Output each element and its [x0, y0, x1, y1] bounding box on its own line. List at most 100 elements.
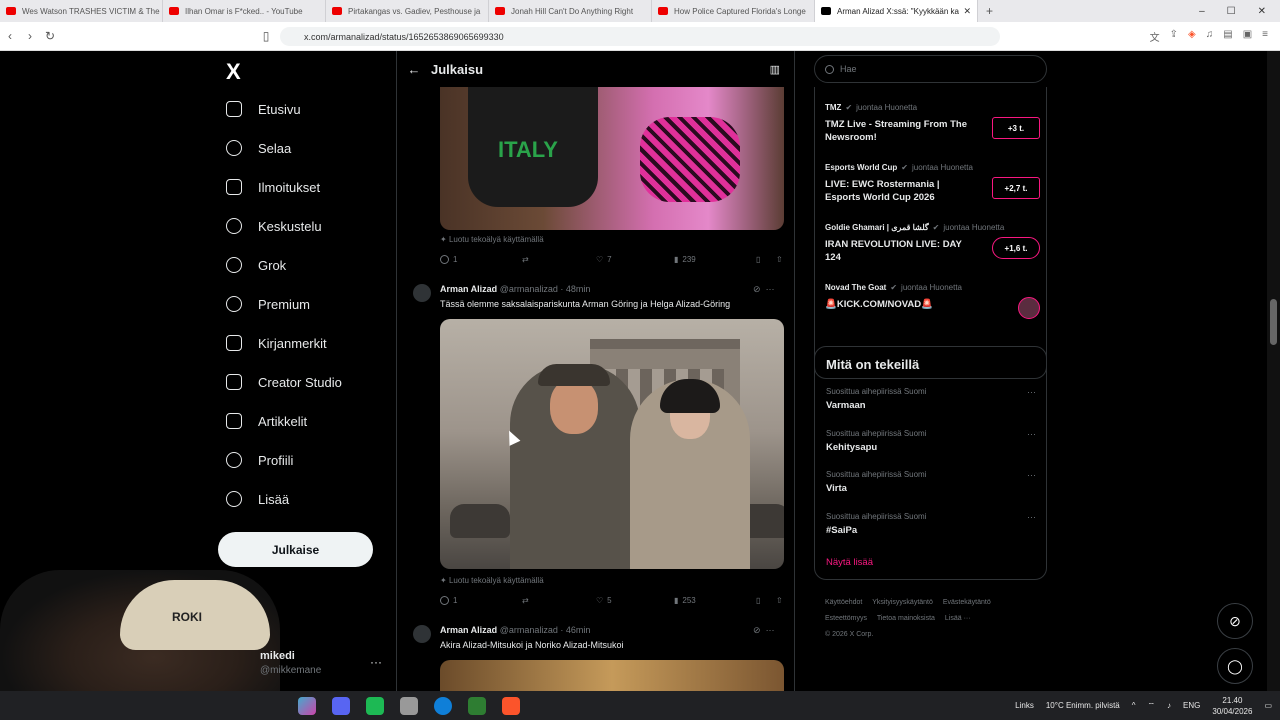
- search-box[interactable]: Hae: [814, 55, 1047, 83]
- views-button[interactable]: ▮ 253: [674, 596, 756, 605]
- language-indicator[interactable]: ENG: [1183, 701, 1200, 710]
- browser-tab[interactable]: How Police Captured Florida's Longe: [652, 0, 815, 22]
- repost-button[interactable]: ⇄: [522, 255, 596, 264]
- nav-item-articles[interactable]: Artikkelit: [226, 413, 307, 429]
- grok-icon[interactable]: ⊘: [753, 625, 761, 635]
- brave-icon[interactable]: [502, 696, 520, 715]
- repost-button[interactable]: ⇄: [522, 596, 596, 605]
- account-switcher[interactable]: mikedi @mikkemane: [260, 650, 321, 676]
- like-button[interactable]: ♡ 7: [596, 255, 674, 264]
- nav-item-chat[interactable]: Keskustelu: [226, 218, 322, 234]
- grok-floating-button[interactable]: ⊘: [1217, 603, 1253, 639]
- music-icon[interactable]: ♫: [1206, 29, 1214, 44]
- browser-tab[interactable]: Wes Watson TRASHES VICTIM & The: [0, 0, 163, 22]
- back-arrow-icon[interactable]: ←: [397, 62, 431, 77]
- x-logo-icon[interactable]: X: [226, 59, 241, 85]
- volume-icon[interactable]: ♪: [1167, 701, 1171, 710]
- live-item[interactable]: Goldie Ghamari | گلشا قمری ✔ juontaa Huo…: [825, 223, 1040, 264]
- minimize-icon[interactable]: –: [1199, 6, 1205, 17]
- like-button[interactable]: ♡ 5: [596, 596, 674, 605]
- bookmark-page-icon[interactable]: ▯: [256, 29, 276, 43]
- notifications-icon[interactable]: ▭: [1264, 701, 1272, 710]
- live-item[interactable]: TMZ ✔ juontaa Huonetta TMZ Live - Stream…: [825, 103, 1040, 144]
- more-icon[interactable]: ···: [766, 625, 775, 635]
- maximize-icon[interactable]: ☐: [1227, 6, 1236, 17]
- verified-icon: ✔: [901, 163, 908, 172]
- scrollbar-thumb[interactable]: [1270, 299, 1277, 345]
- app-icon[interactable]: [400, 696, 418, 715]
- bookmark-button[interactable]: ▯: [756, 255, 776, 264]
- nav-item-profile[interactable]: Profiili: [226, 452, 293, 468]
- trend-item[interactable]: Suosittua aihepiirissä Suomi Virta ···: [826, 470, 1036, 494]
- wallet-icon[interactable]: ▣: [1243, 29, 1252, 44]
- post-header: ← Julkaisu ▥: [397, 51, 794, 87]
- share-icon[interactable]: ⇪: [1170, 29, 1178, 44]
- views-button[interactable]: ▮ 239: [674, 255, 756, 264]
- trend-item[interactable]: Suosittua aihepiirissä Suomi #SaiPa ···: [826, 512, 1036, 536]
- live-item[interactable]: Esports World Cup ✔ juontaa Huonetta LIV…: [825, 163, 1040, 204]
- clock[interactable]: 21.40 30/04/2026: [1212, 695, 1252, 717]
- app-icon[interactable]: [366, 696, 384, 715]
- nav-item-premium[interactable]: Premium: [226, 296, 310, 312]
- nav-item-more[interactable]: Lisää: [226, 491, 289, 507]
- forward-icon[interactable]: ›: [20, 29, 40, 43]
- nav-item-home[interactable]: Etusivu: [226, 101, 301, 117]
- bookmark-button[interactable]: ▯: [756, 596, 776, 605]
- network-icon[interactable]: ⌔: [1148, 701, 1156, 711]
- messages-floating-button[interactable]: ◯: [1217, 648, 1253, 684]
- menu-icon[interactable]: ≡: [1262, 29, 1268, 44]
- browser-tab[interactable]: Jonah Hill Can't Do Anything Right: [489, 0, 652, 22]
- brave-shield-icon[interactable]: ◈: [1188, 29, 1196, 44]
- close-tab-icon[interactable]: ✕: [959, 6, 971, 17]
- more-icon[interactable]: ···: [1027, 387, 1036, 397]
- sidebar-icon[interactable]: ▤: [1223, 29, 1232, 44]
- more-icon[interactable]: ···: [1027, 512, 1036, 522]
- right-sidebar: Hae TMZ ✔ juontaa Huonetta TMZ Live - St…: [795, 51, 1065, 691]
- nav-item-explore[interactable]: Selaa: [226, 140, 291, 156]
- image-top: [640, 117, 740, 202]
- post-button[interactable]: Julkaise: [218, 532, 373, 567]
- trend-item[interactable]: Suosittua aihepiirissä Suomi Kehitysapu …: [826, 429, 1036, 453]
- more-icon[interactable]: ···: [766, 284, 775, 294]
- browser-tab[interactable]: Pirtakangas vs. Gadiev, Pesthouse ja: [326, 0, 489, 22]
- tray-chevron-icon[interactable]: ^: [1132, 701, 1136, 710]
- tweet-image[interactable]: [440, 660, 784, 691]
- links-toolbar[interactable]: Links: [1015, 701, 1034, 710]
- reader-mode-icon[interactable]: ▥: [770, 63, 780, 76]
- discord-icon[interactable]: [332, 696, 350, 715]
- nav-item-bookmarks[interactable]: Kirjanmerkit: [226, 335, 327, 351]
- reply-button[interactable]: 1: [440, 255, 522, 264]
- tweet-image[interactable]: [440, 319, 784, 569]
- account-more-icon[interactable]: ···: [370, 655, 382, 669]
- live-item[interactable]: Novad The Goat ✔ juontaa Huonetta 🚨KICK.…: [825, 283, 1040, 319]
- media-player-icon[interactable]: [468, 696, 486, 715]
- browser-tab-active[interactable]: Arman Alizad X:ssä: "Kyykkään ka ✕: [815, 0, 978, 22]
- show-more-link[interactable]: Näytä lisää: [826, 557, 873, 568]
- trend-item[interactable]: Suosittua aihepiirissä Suomi Varmaan ···: [826, 387, 1036, 411]
- new-tab-button[interactable]: +: [978, 4, 1001, 18]
- copilot-icon[interactable]: [298, 696, 316, 715]
- share-button[interactable]: ⇧: [776, 596, 783, 605]
- nav-item-notifications[interactable]: Ilmoitukset: [226, 179, 320, 195]
- avatar[interactable]: [413, 284, 431, 302]
- url-field[interactable]: x.com/armanalizad/status/165265386906569…: [280, 27, 1000, 46]
- reply-button[interactable]: 1: [440, 596, 522, 605]
- tweet-text: Akira Alizad-Mitsukoi ja Noriko Alizad-M…: [440, 640, 624, 650]
- share-button[interactable]: ⇧: [776, 255, 783, 264]
- avatar[interactable]: [413, 625, 431, 643]
- more-icon[interactable]: ···: [1027, 429, 1036, 439]
- tweet-image[interactable]: ITALY: [440, 87, 784, 230]
- weather-widget[interactable]: 10°C Enimm. pilvistä: [1046, 701, 1120, 710]
- translate-icon[interactable]: 文: [1150, 29, 1160, 44]
- verified-icon: [226, 296, 242, 312]
- nav-item-grok[interactable]: Grok: [226, 257, 286, 273]
- more-icon[interactable]: ···: [1027, 470, 1036, 480]
- close-window-icon[interactable]: ✕: [1258, 6, 1266, 17]
- nav-item-creator-studio[interactable]: Creator Studio: [226, 374, 342, 390]
- reload-icon[interactable]: ↻: [40, 29, 60, 43]
- grok-icon[interactable]: ⊘: [753, 284, 761, 294]
- edge-icon[interactable]: [434, 696, 452, 715]
- page-scrollbar[interactable]: [1267, 51, 1280, 691]
- browser-tab[interactable]: Ilhan Omar is F*cked.. - YouTube: [163, 0, 326, 22]
- back-icon[interactable]: ‹: [0, 29, 20, 43]
